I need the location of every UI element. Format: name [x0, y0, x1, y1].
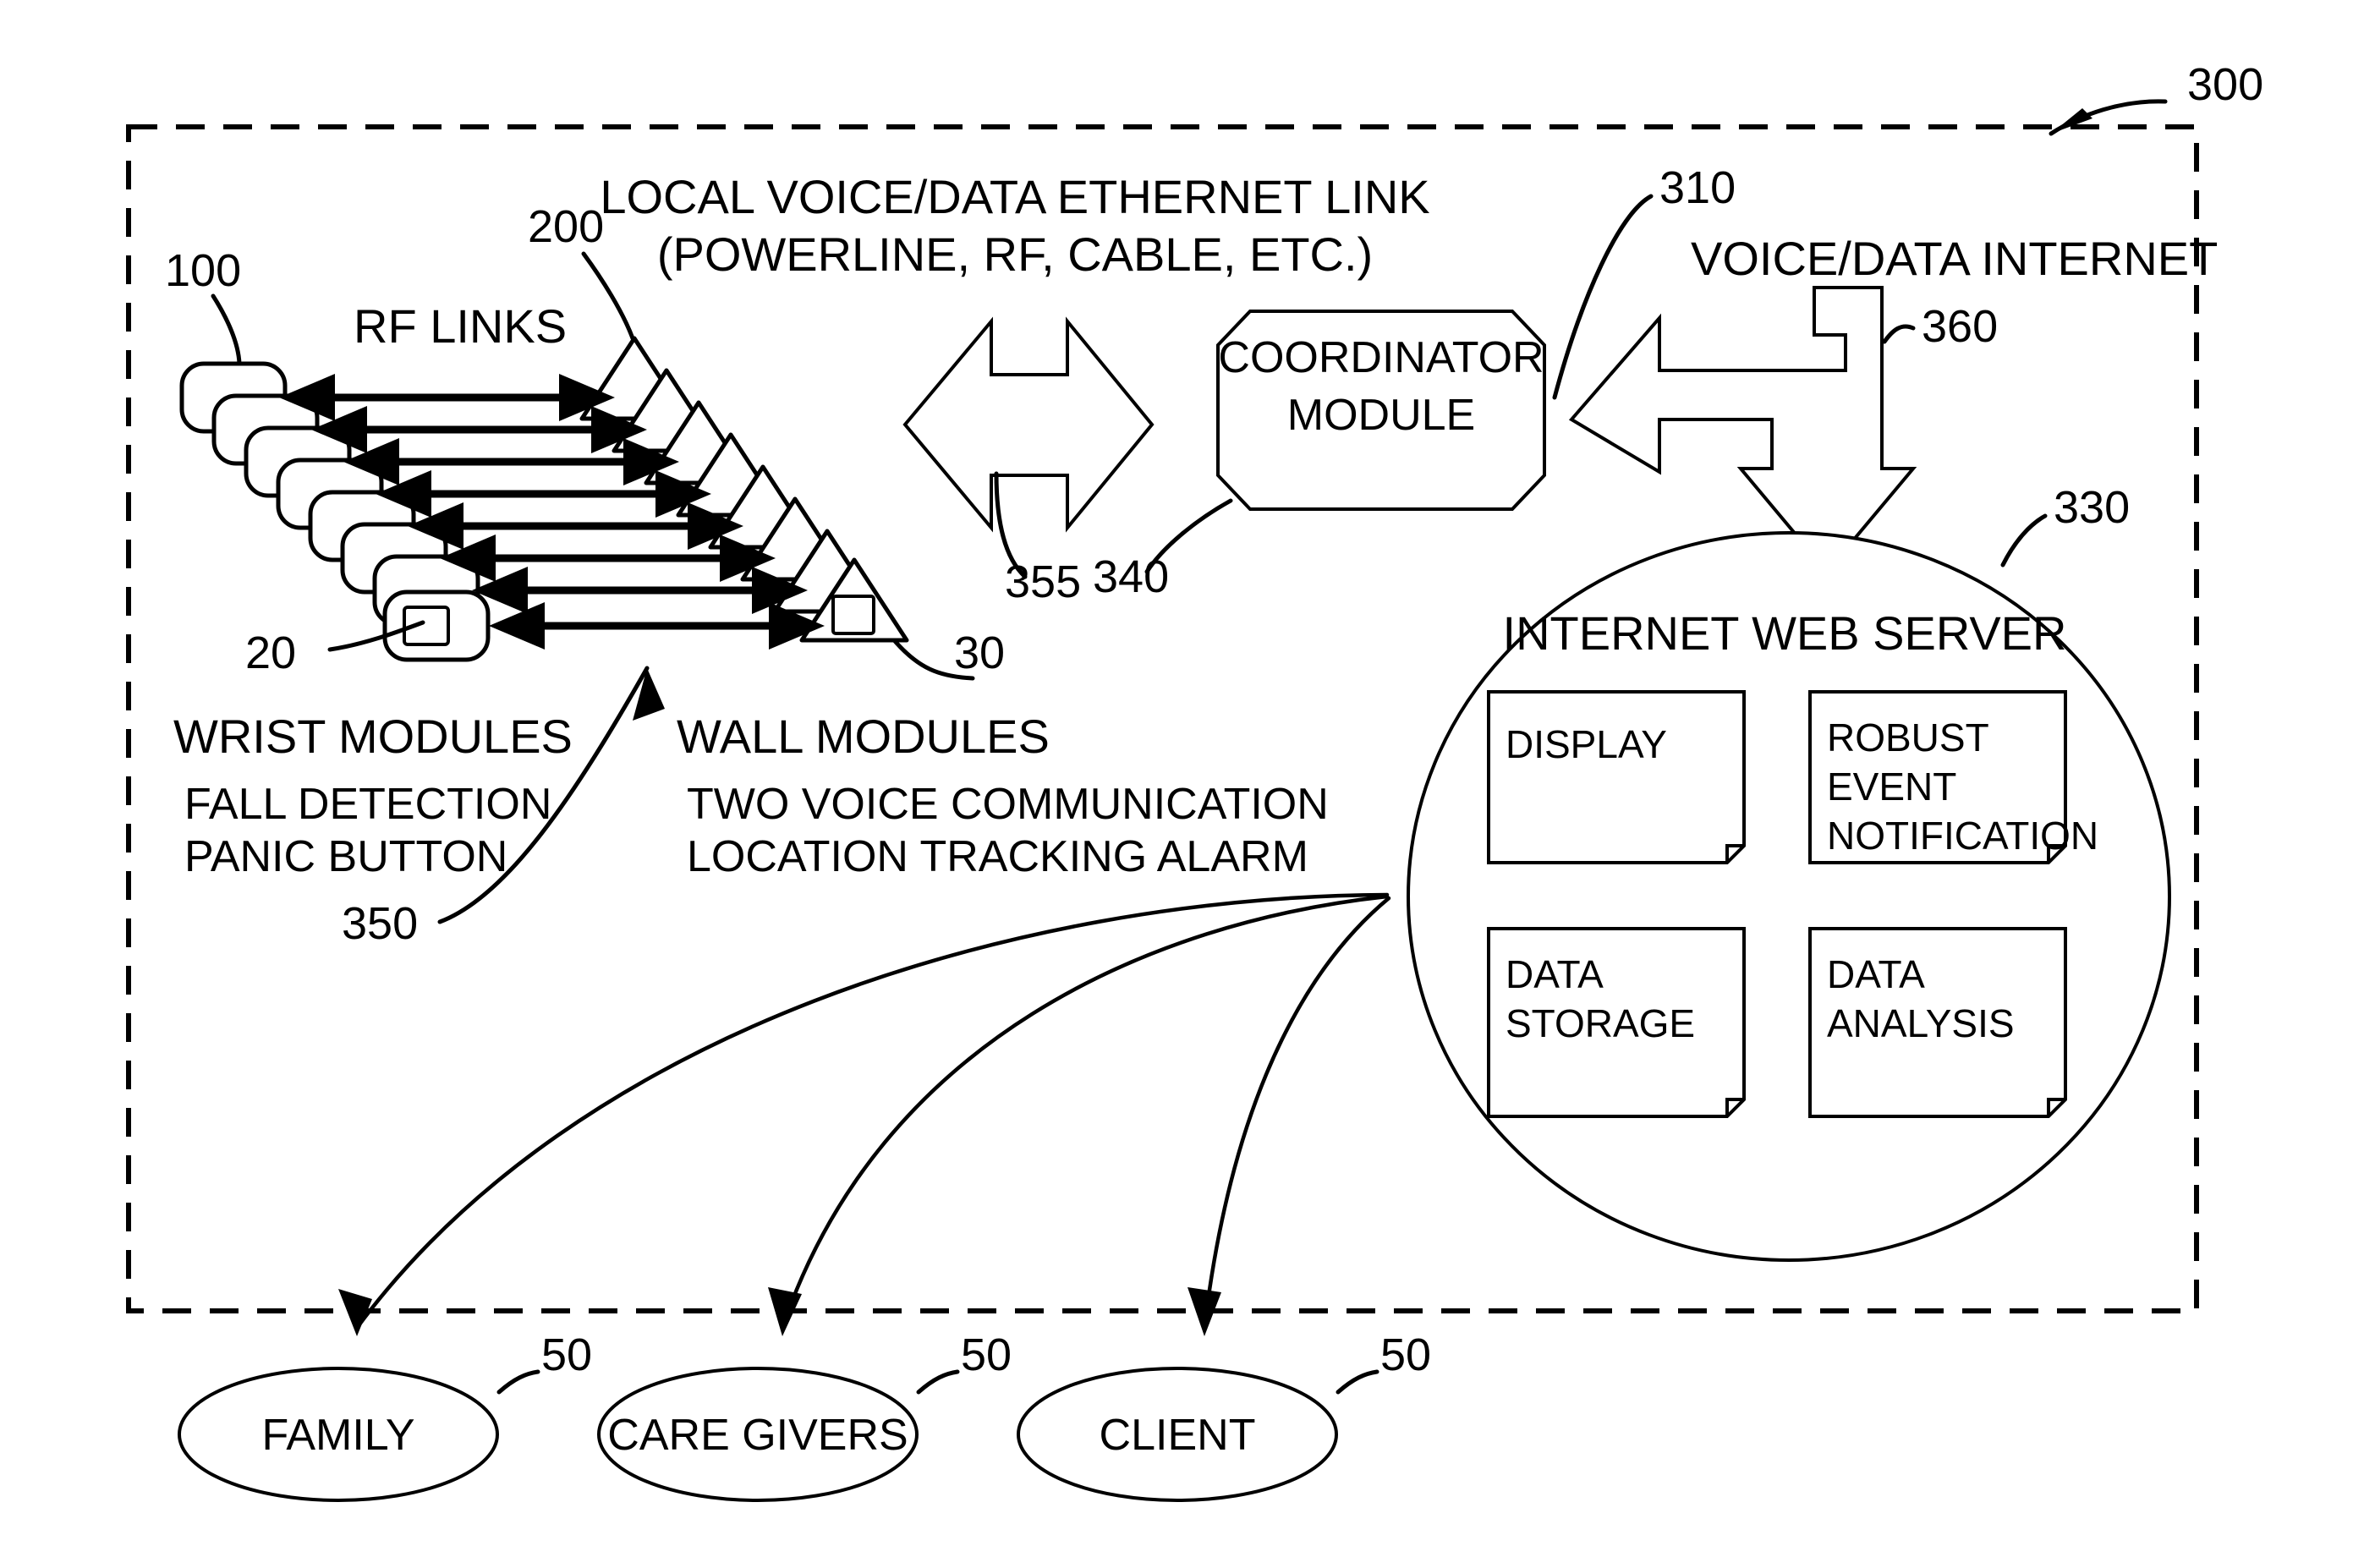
connector-to-care-givers — [780, 894, 1390, 1330]
recipient-ref-leader — [496, 1369, 540, 1395]
rf-links-label: RF LINKS — [354, 299, 567, 353]
ref-300: 300 — [2187, 59, 2263, 110]
server-box-label-data-analysis-1: DATA — [1827, 952, 1925, 996]
internet-link-ref-leader — [1882, 324, 1916, 344]
coordinator-module-label-line2: MODULE — [1287, 391, 1475, 440]
wrist-modules-feature-1: FALL DETECTION — [184, 780, 551, 829]
wrist-modules-ref-leader — [211, 293, 242, 366]
wall-module-marker-icon — [831, 595, 875, 635]
server-box-label-data-storage-2: STORAGE — [1506, 1001, 1695, 1045]
ref-350: 350 — [342, 898, 418, 949]
server-box-label-event: EVENT — [1827, 765, 1956, 809]
web-server-ref-leader — [2000, 513, 2048, 567]
ref-360: 360 — [1922, 301, 1998, 352]
server-box-body — [1487, 690, 1746, 864]
ref-330: 330 — [2054, 482, 2130, 533]
server-box-display — [1487, 690, 1746, 864]
wall-modules-ref-leader — [581, 251, 635, 341]
ref-310: 310 — [1659, 162, 1736, 213]
connector-to-client — [1202, 896, 1391, 1330]
ethernet-link-arrow — [902, 316, 1155, 533]
voice-data-internet-label: VOICE/DATA INTERNET — [1691, 232, 2218, 285]
rf-links-ref-arrowhead — [633, 668, 665, 721]
recipient-connector-curves — [338, 892, 1391, 1336]
ref-340: 340 — [1093, 551, 1169, 602]
system-ref-leader — [2049, 99, 2168, 136]
ref-30: 30 — [954, 628, 1005, 678]
recipient-label-client: CLIENT — [1100, 1411, 1256, 1460]
wall-modules-feature-1: TWO VOICE COMMUNICATION — [687, 780, 1329, 829]
recipient-label-care-givers: CARE GIVERS — [607, 1411, 908, 1460]
wall-module-stack — [579, 336, 909, 643]
ref-200: 200 — [528, 201, 604, 252]
internet-link-arrow — [1568, 286, 1917, 575]
connector-to-family — [354, 892, 1390, 1330]
ref-100: 100 — [165, 245, 241, 296]
wall-modules-title: WALL MODULES — [677, 710, 1050, 763]
server-box-label-robust: ROBUST — [1827, 715, 1989, 759]
ethernet-link-label-line2: (POWERLINE, RF, CABLE, ETC.) — [657, 228, 1373, 281]
server-box-label-data-storage-1: DATA — [1506, 952, 1604, 996]
wrist-modules-feature-2: PANIC BUTTON — [184, 832, 507, 881]
web-server-title: INTERNET WEB SERVER — [1503, 606, 2067, 660]
ref-50-client: 50 — [1380, 1330, 1431, 1380]
ref-355: 355 — [1005, 556, 1081, 607]
ethernet-link-label-line1: LOCAL VOICE/DATA ETHERNET LINK — [600, 170, 1429, 223]
wall-modules-feature-2: LOCATION TRACKING ALARM — [687, 832, 1308, 881]
patent-figure: 300 100 200 20 30 RF LINKS LOCAL VOICE/D… — [0, 0, 2353, 1568]
recipient-label-family: FAMILY — [261, 1411, 414, 1460]
ref-20: 20 — [245, 628, 296, 678]
coordinator-module-label-line1: COORDINATOR — [1218, 333, 1544, 382]
system-ref-arrowhead — [2051, 108, 2092, 134]
ref-50-family: 50 — [541, 1330, 592, 1380]
ref-50-care-givers: 50 — [961, 1330, 1012, 1380]
server-box-label-notification: NOTIFICATION — [1827, 814, 2098, 858]
recipient-ref-leader — [1336, 1369, 1379, 1395]
wrist-modules-title: WRIST MODULES — [173, 710, 573, 763]
recipient-ref-leader — [916, 1369, 960, 1395]
figure-canvas: 300 100 200 20 30 RF LINKS LOCAL VOICE/D… — [126, 59, 2263, 1502]
server-box-label-data-analysis-2: ANALYSIS — [1827, 1001, 2015, 1045]
server-box-label-display: DISPLAY — [1506, 722, 1667, 766]
